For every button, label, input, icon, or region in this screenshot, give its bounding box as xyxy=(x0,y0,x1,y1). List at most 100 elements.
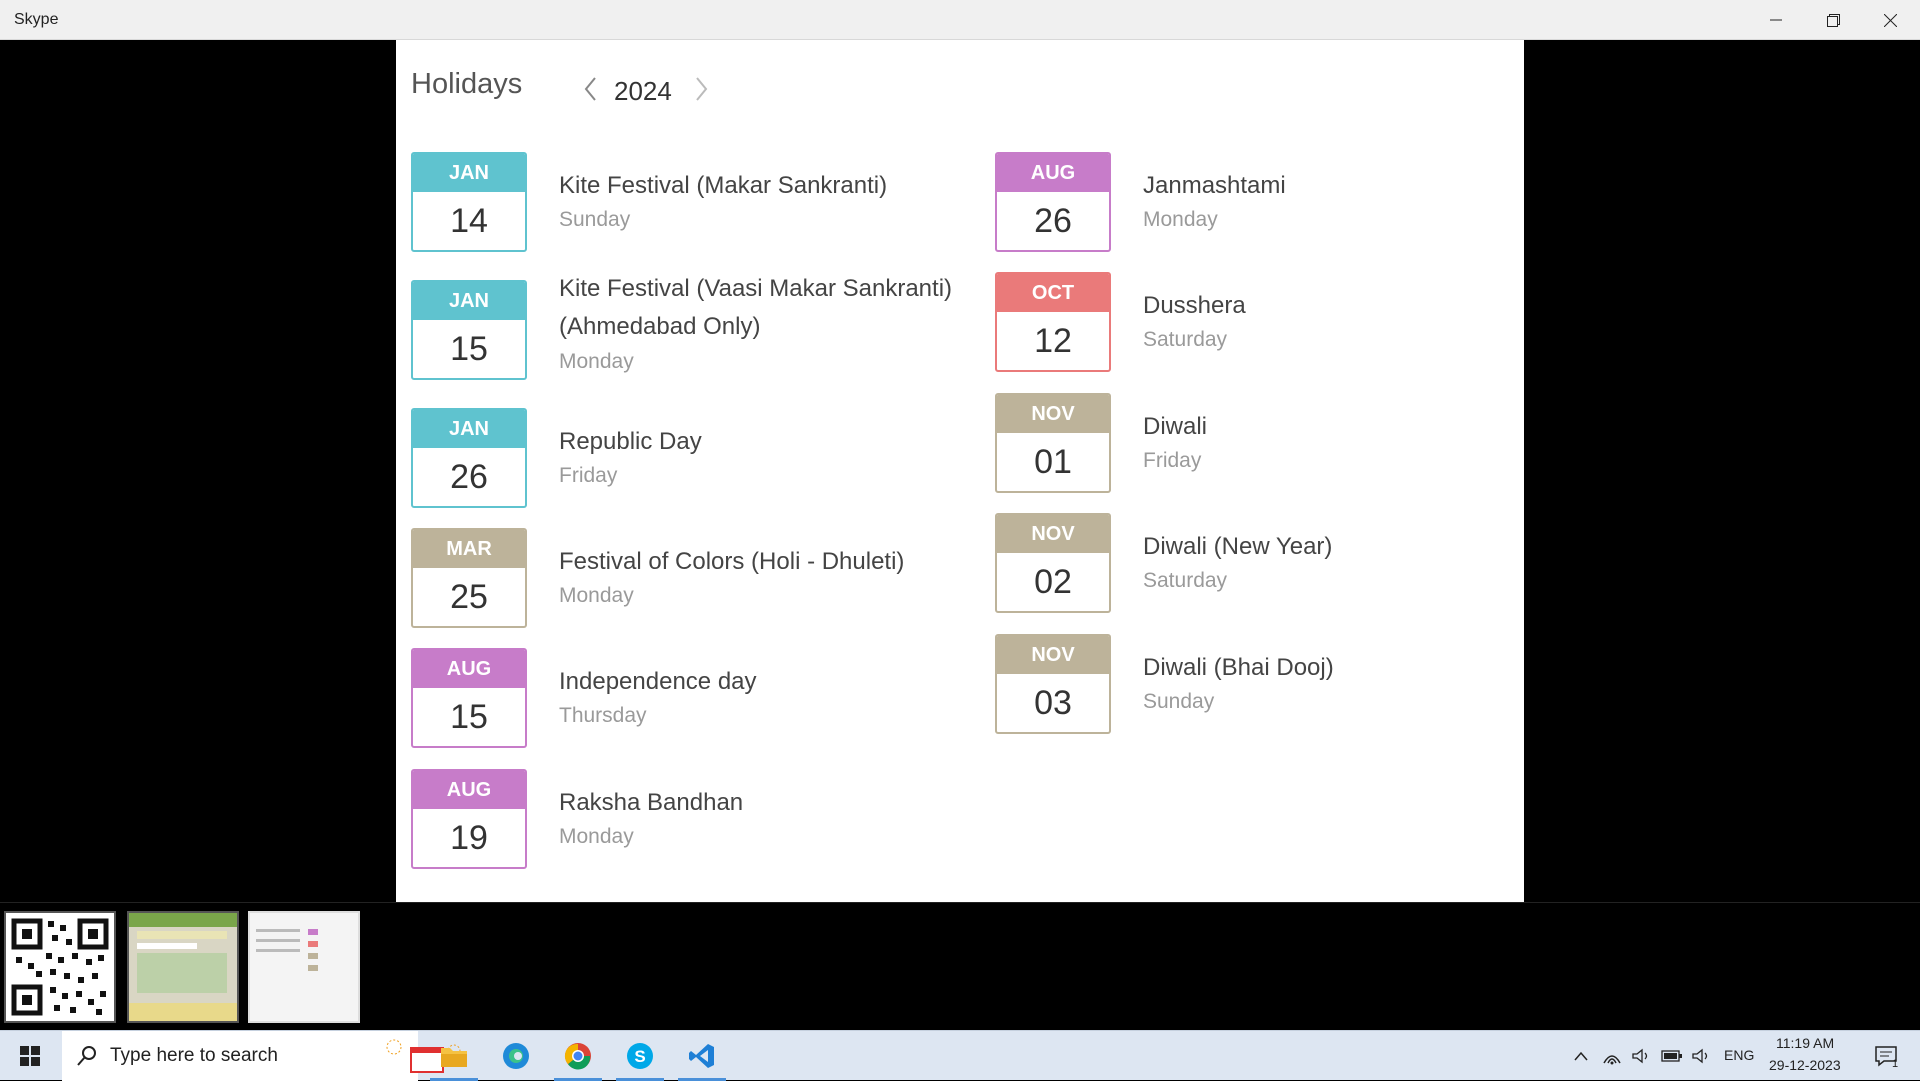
notification-center-button[interactable]: 1 xyxy=(1862,1031,1912,1081)
date-badge: NOV 02 xyxy=(995,513,1111,613)
badge-month: NOV xyxy=(997,395,1109,433)
taskbar-chrome[interactable] xyxy=(550,1031,606,1081)
volume-button-2[interactable] xyxy=(1688,1031,1714,1081)
thumbnail-qr-code[interactable] xyxy=(4,911,116,1023)
badge-day: 03 xyxy=(1034,684,1072,722)
close-button[interactable] xyxy=(1862,0,1918,40)
badge-day: 15 xyxy=(450,330,488,368)
skype-icon: S xyxy=(627,1043,653,1069)
title-bar: Skype xyxy=(0,0,1920,40)
date-badge: JAN 14 xyxy=(411,152,527,252)
holiday-weekday: Monday xyxy=(559,350,634,373)
badge-day: 12 xyxy=(1034,322,1072,360)
holiday-name: Republic Day xyxy=(559,428,702,455)
speaker-icon xyxy=(1692,1048,1708,1064)
badge-month: JAN xyxy=(413,282,525,320)
holiday-name: Kite Festival (Vaasi Makar Sankranti) xyxy=(559,275,953,302)
badge-day: 26 xyxy=(1034,202,1072,240)
date-badge: OCT 12 xyxy=(995,272,1111,372)
clock-time[interactable]: 11:19 AM xyxy=(1776,1035,1834,1051)
holiday-name: Dusshera xyxy=(1143,292,1246,319)
filmstrip xyxy=(0,902,1920,1031)
taskbar: Type here to search S ENG 11:19 AM 29-12… xyxy=(0,1030,1920,1081)
search-icon xyxy=(77,1046,96,1066)
holiday-name: Raksha Bandhan xyxy=(559,789,744,816)
badge-day: 19 xyxy=(450,819,488,857)
holiday-name: Independence day xyxy=(559,668,757,695)
holiday-weekday: Monday xyxy=(1143,208,1218,231)
badge-month: AUG xyxy=(413,650,525,688)
folder-icon xyxy=(441,1048,467,1067)
holiday-name: Festival of Colors (Holi - Dhuleti) xyxy=(559,548,905,575)
badge-day: 26 xyxy=(450,458,488,496)
qr-code-icon xyxy=(6,913,114,1021)
taskbar-skype[interactable]: S xyxy=(612,1031,668,1081)
restore-icon xyxy=(1826,13,1840,27)
holiday-weekday: Sunday xyxy=(559,208,631,231)
taskbar-edge[interactable] xyxy=(488,1031,544,1081)
year-label: 2024 xyxy=(614,76,672,106)
tray-overflow-button[interactable] xyxy=(1568,1031,1594,1081)
holiday-image: Holidays 2024 JAN 14 Kite Festival (Maka… xyxy=(396,40,1524,902)
speaker-icon xyxy=(1632,1048,1648,1064)
taskbar-vscode[interactable] xyxy=(674,1031,730,1081)
vscode-icon xyxy=(689,1044,714,1068)
badge-day: 14 xyxy=(450,202,488,240)
date-badge: AUG 26 xyxy=(995,152,1111,252)
date-badge: JAN 26 xyxy=(411,408,527,508)
badge-month: AUG xyxy=(997,154,1109,192)
badge-month: AUG xyxy=(413,771,525,809)
badge-month: JAN xyxy=(413,410,525,448)
language-indicator[interactable]: ENG xyxy=(1724,1047,1754,1063)
holiday-weekday: Thursday xyxy=(559,704,647,727)
holiday-weekday: Saturday xyxy=(1143,569,1228,592)
date-badge: AUG 19 xyxy=(411,769,527,869)
windows-logo-icon xyxy=(20,1046,40,1066)
holiday-name: Diwali (Bhai Dooj) xyxy=(1143,654,1334,681)
edge-browser-icon xyxy=(503,1043,529,1069)
holiday-name-line2: (Ahmedabad Only) xyxy=(559,313,761,340)
restore-button[interactable] xyxy=(1805,0,1861,40)
holiday-name: Kite Festival (Makar Sankranti) xyxy=(559,172,888,199)
holiday-weekday: Monday xyxy=(559,825,634,848)
volume-button[interactable] xyxy=(1628,1031,1654,1081)
holiday-weekday: Saturday xyxy=(1143,328,1228,351)
minimize-icon xyxy=(1770,19,1782,21)
chevron-left-icon xyxy=(584,77,596,101)
date-badge: NOV 03 xyxy=(995,634,1111,734)
chrome-browser-icon xyxy=(564,1043,591,1070)
image-viewer[interactable]: Holidays 2024 JAN 14 Kite Festival (Maka… xyxy=(0,40,1920,902)
battery-icon xyxy=(1661,1050,1682,1062)
close-icon xyxy=(1883,13,1897,27)
holiday-name: Janmashtami xyxy=(1143,172,1286,199)
network-button[interactable] xyxy=(1598,1031,1626,1081)
holiday-weekday: Monday xyxy=(559,584,634,607)
badge-month: MAR xyxy=(413,530,525,568)
thumbnail-sports-schedule[interactable] xyxy=(127,911,239,1023)
badge-month: OCT xyxy=(997,274,1109,312)
clock-date[interactable]: 29-12-2023 xyxy=(1769,1057,1841,1073)
minimize-button[interactable] xyxy=(1748,0,1804,40)
badge-day: 01 xyxy=(1034,443,1072,481)
badge-month: JAN xyxy=(413,154,525,192)
chevron-up-icon xyxy=(1574,1051,1588,1061)
svg-text:S: S xyxy=(634,1047,645,1066)
holiday-weekday: Sunday xyxy=(1143,690,1215,713)
holiday-name: Diwali (New Year) xyxy=(1143,533,1333,560)
taskbar-search-box[interactable]: Type here to search xyxy=(62,1031,461,1081)
taskbar-file-explorer[interactable] xyxy=(426,1031,482,1081)
badge-day: 15 xyxy=(450,698,488,736)
date-badge: AUG 15 xyxy=(411,648,527,748)
badge-day: 25 xyxy=(450,578,488,616)
date-badge: MAR 25 xyxy=(411,528,527,628)
date-badge: NOV 01 xyxy=(995,393,1111,493)
thumbnail-holidays[interactable] xyxy=(248,911,360,1023)
battery-button[interactable] xyxy=(1658,1031,1686,1081)
badge-month: NOV xyxy=(997,515,1109,553)
holiday-name: Diwali xyxy=(1143,413,1208,440)
start-button[interactable] xyxy=(0,1031,60,1081)
holiday-weekday: Friday xyxy=(559,464,618,487)
notification-count: 1 xyxy=(1892,1058,1899,1070)
chevron-right-icon xyxy=(696,77,708,101)
badge-month: NOV xyxy=(997,636,1109,674)
